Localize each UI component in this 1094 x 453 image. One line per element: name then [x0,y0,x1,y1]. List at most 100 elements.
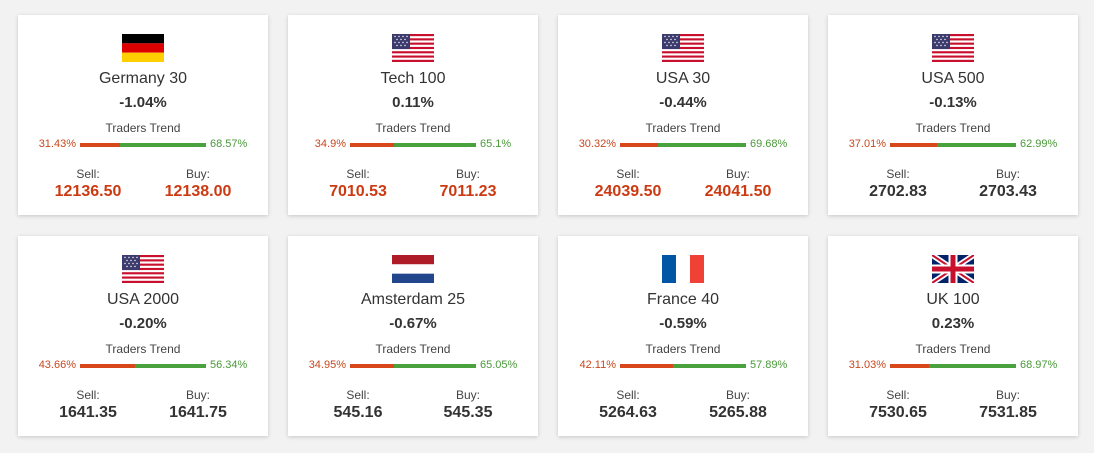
trend-bar [350,364,476,368]
sell-label: Sell: [886,167,910,181]
change-percent: 0.11% [392,94,434,111]
sell-label: Sell: [346,167,370,181]
buy-price[interactable]: 7531.85 [953,404,1063,422]
buy-label: Buy: [725,167,750,181]
traders-trend-label: Traders Trend [105,342,181,356]
buy-label: Buy: [725,388,750,402]
trend-bar-sell [80,143,120,147]
netherlands-flag-icon [392,255,434,283]
trend-bar-sell [620,364,674,368]
buy-price[interactable]: 12138.00 [143,183,253,201]
usa-flag-icon [392,34,434,62]
buy-percent: 68.97% [1020,359,1058,371]
instrument-name: Amsterdam 25 [360,291,466,308]
sell-price[interactable]: 5264.63 [573,404,683,422]
traders-trend-label: Traders Trend [375,342,451,356]
sell-label: Sell: [616,388,640,402]
sell-label: Sell: [616,167,640,181]
trend-bar [620,143,746,147]
trend-bar [890,364,1016,368]
change-percent: -0.44% [659,94,707,111]
market-card-france-40[interactable]: France 40 -0.59% Traders Trend 42.11% 57… [558,236,808,436]
sell-price[interactable]: 24039.50 [573,183,683,201]
trend-bar [620,364,746,368]
traders-trend-label: Traders Trend [915,342,991,356]
usa-flag-icon [932,34,974,62]
traders-trend-row: 43.66% 56.34% [18,359,268,373]
instrument-name: Tech 100 [380,70,446,87]
uk-flag-icon [932,255,974,283]
traders-trend-label: Traders Trend [375,121,451,135]
buy-label: Buy: [185,167,210,181]
trend-bar-sell [80,364,135,368]
buy-percent: 57.89% [750,359,788,371]
market-card-usa-30[interactable]: USA 30 -0.44% Traders Trend 30.32% 69.68… [558,15,808,215]
traders-trend-label: Traders Trend [645,121,721,135]
change-percent: -0.59% [659,315,707,332]
traders-trend-label: Traders Trend [105,121,181,135]
trend-bar-sell [350,364,395,368]
sell-label: Sell: [346,388,370,402]
sell-percent: 37.01% [848,138,886,150]
instrument-name: USA 30 [655,70,711,87]
trend-bar [80,143,206,147]
change-percent: -0.67% [389,315,437,332]
sell-price[interactable]: 7530.65 [843,404,953,422]
market-card-amsterdam-25[interactable]: Amsterdam 25 -0.67% Traders Trend 34.95%… [288,236,538,436]
sell-price[interactable]: 12136.50 [33,183,143,201]
buy-label: Buy: [185,388,210,402]
sell-label: Sell: [76,388,100,402]
buy-percent: 68.57% [210,138,248,150]
buy-price[interactable]: 7011.23 [413,183,523,201]
sell-price[interactable]: 1641.35 [33,404,143,422]
traders-trend-row: 30.32% 69.68% [558,138,808,152]
traders-trend-row: 42.11% 57.89% [558,359,808,373]
change-percent: 0.23% [931,315,975,332]
traders-trend-row: 31.03% 68.97% [828,359,1078,373]
market-card-usa-500[interactable]: USA 500 -0.13% Traders Trend 37.01% 62.9… [828,15,1078,215]
buy-price[interactable]: 5265.88 [683,404,793,422]
change-percent: -0.13% [929,94,977,111]
buy-label: Buy: [995,167,1020,181]
sell-price[interactable]: 2702.83 [843,183,953,201]
market-card-usa-2000[interactable]: USA 2000 -0.20% Traders Trend 43.66% 56.… [18,236,268,436]
market-card-uk-100[interactable]: UK 100 0.23% Traders Trend 31.03% 68.97%… [828,236,1078,436]
buy-label: Buy: [995,388,1020,402]
france-flag-icon [662,255,704,283]
instrument-name: USA 2000 [106,291,180,308]
traders-trend-row: 37.01% 62.99% [828,138,1078,152]
trend-bar-sell [890,364,930,368]
instrument-name: France 40 [646,291,720,308]
traders-trend-row: 34.9% 65.1% [288,138,538,152]
buy-price[interactable]: 24041.50 [683,183,793,201]
buy-percent: 62.99% [1020,138,1058,150]
sell-percent: 30.32% [578,138,616,150]
buy-price[interactable]: 2703.43 [953,183,1063,201]
market-card-tech-100[interactable]: Tech 100 0.11% Traders Trend 34.9% 65.1%… [288,15,538,215]
change-percent: -0.20% [119,315,167,332]
usa-flag-icon [122,255,164,283]
buy-price[interactable]: 545.35 [413,404,523,422]
trend-bar-sell [890,143,937,147]
traders-trend-label: Traders Trend [915,121,991,135]
trend-bar-sell [620,143,659,147]
buy-label: Buy: [455,167,480,181]
instrument-name: Germany 30 [98,70,188,87]
sell-label: Sell: [76,167,100,181]
buy-percent: 65.05% [480,359,518,371]
sell-price[interactable]: 545.16 [303,404,413,422]
sell-percent: 31.43% [38,138,76,150]
traders-trend-row: 34.95% 65.05% [288,359,538,373]
buy-percent: 65.1% [480,138,512,150]
buy-label: Buy: [455,388,480,402]
sell-percent: 43.66% [38,359,76,371]
traders-trend-label: Traders Trend [645,342,721,356]
buy-percent: 56.34% [210,359,248,371]
market-card-germany-30[interactable]: Germany 30 -1.04% Traders Trend 31.43% 6… [18,15,268,215]
buy-price[interactable]: 1641.75 [143,404,253,422]
trend-bar [890,143,1016,147]
trend-bar [80,364,206,368]
usa-flag-icon [662,34,704,62]
instrument-name: UK 100 [926,291,980,308]
sell-price[interactable]: 7010.53 [303,183,413,201]
